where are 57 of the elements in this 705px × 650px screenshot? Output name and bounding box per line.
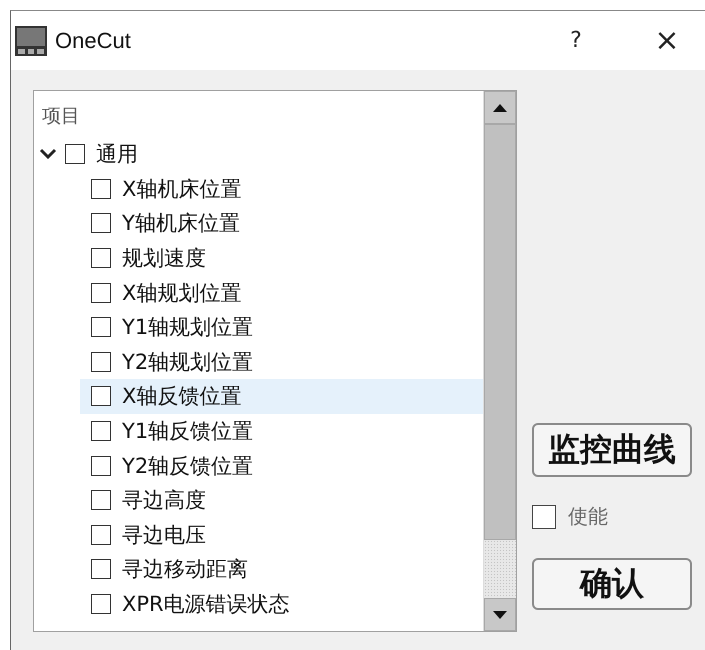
tree-row[interactable]: 寻边电压 bbox=[80, 518, 483, 552]
tree-row[interactable]: 寻边移动距离 bbox=[80, 552, 483, 587]
tree-item[interactable]: Y轴机床位置 bbox=[122, 209, 240, 238]
tree-row[interactable]: 规划速度 bbox=[80, 240, 483, 276]
tree-item[interactable]: Y1轴反馈位置 bbox=[122, 417, 254, 446]
tree-item[interactable]: X轴规划位置 bbox=[122, 278, 242, 307]
tree-row[interactable]: X轴规划位置 bbox=[80, 275, 483, 310]
tree-row[interactable]: Y2轴规划位置 bbox=[80, 344, 483, 380]
checkbox[interactable] bbox=[91, 317, 111, 338]
scroll-thumb[interactable] bbox=[484, 124, 516, 540]
tree-row[interactable]: Y轴机床位置 bbox=[80, 206, 483, 241]
scroll-down-button[interactable] bbox=[484, 598, 516, 631]
enable-label: 使能 bbox=[568, 503, 608, 530]
app-icon bbox=[15, 26, 47, 56]
tree-row[interactable]: Y1轴反馈位置 bbox=[80, 414, 483, 448]
checkbox[interactable] bbox=[91, 524, 111, 545]
checkbox[interactable] bbox=[532, 504, 556, 528]
tree-row[interactable]: X轴机床位置 bbox=[80, 172, 483, 206]
up-triangle-icon bbox=[493, 104, 507, 112]
tree-item[interactable]: 寻边移动距离 bbox=[122, 555, 248, 584]
tree-item[interactable]: Y2轴反馈位置 bbox=[122, 452, 254, 480]
checkbox[interactable] bbox=[91, 559, 111, 580]
checkbox[interactable] bbox=[91, 178, 111, 199]
highlighted-row[interactable]: X轴反馈位置 bbox=[80, 379, 483, 414]
tree-item[interactable]: 寻边高度 bbox=[122, 486, 206, 514]
tree-item[interactable]: 通用 bbox=[96, 140, 138, 168]
checkbox[interactable] bbox=[91, 213, 111, 234]
help-button[interactable]: ? bbox=[561, 28, 591, 53]
tree-row[interactable]: XPR电源错误状态 bbox=[80, 586, 483, 622]
tree-item[interactable]: X轴机床位置 bbox=[122, 174, 242, 203]
tree-item[interactable]: Y2轴规划位置 bbox=[122, 348, 254, 376]
checkbox[interactable] bbox=[91, 421, 111, 442]
checkbox[interactable] bbox=[65, 144, 85, 164]
checkbox[interactable] bbox=[91, 386, 111, 406]
tree-row[interactable]: 寻边高度 bbox=[80, 482, 483, 518]
tree-row[interactable]: Y1轴规划位置 bbox=[80, 310, 483, 345]
tree-item[interactable]: 规划速度 bbox=[122, 244, 206, 272]
monitor-curve-button[interactable]: 监控曲线 bbox=[532, 423, 692, 477]
checkbox[interactable] bbox=[91, 490, 111, 510]
checkbox[interactable] bbox=[91, 248, 111, 268]
close-button[interactable]: × bbox=[649, 26, 685, 56]
checkbox[interactable] bbox=[91, 594, 111, 614]
window-title: OneCut bbox=[55, 28, 131, 54]
column-header: 项目 bbox=[41, 104, 81, 129]
chevron-down-icon[interactable] bbox=[38, 147, 58, 162]
tree-item[interactable]: Y1轴规划位置 bbox=[122, 313, 254, 342]
tree-row[interactable]: Y2轴反馈位置 bbox=[80, 448, 483, 483]
confirm-button[interactable]: 确认 bbox=[532, 558, 692, 610]
down-triangle-icon bbox=[493, 610, 507, 618]
tree-item[interactable]: X轴反馈位置 bbox=[122, 382, 242, 410]
checkbox[interactable] bbox=[91, 282, 111, 303]
checkbox[interactable] bbox=[91, 352, 111, 372]
checkbox[interactable] bbox=[91, 456, 111, 476]
scrollbar[interactable] bbox=[483, 91, 516, 631]
tree-item[interactable]: XPR电源错误状态 bbox=[122, 590, 290, 618]
scroll-up-button[interactable] bbox=[484, 91, 516, 124]
tree-item[interactable]: 寻边电压 bbox=[122, 520, 206, 549]
